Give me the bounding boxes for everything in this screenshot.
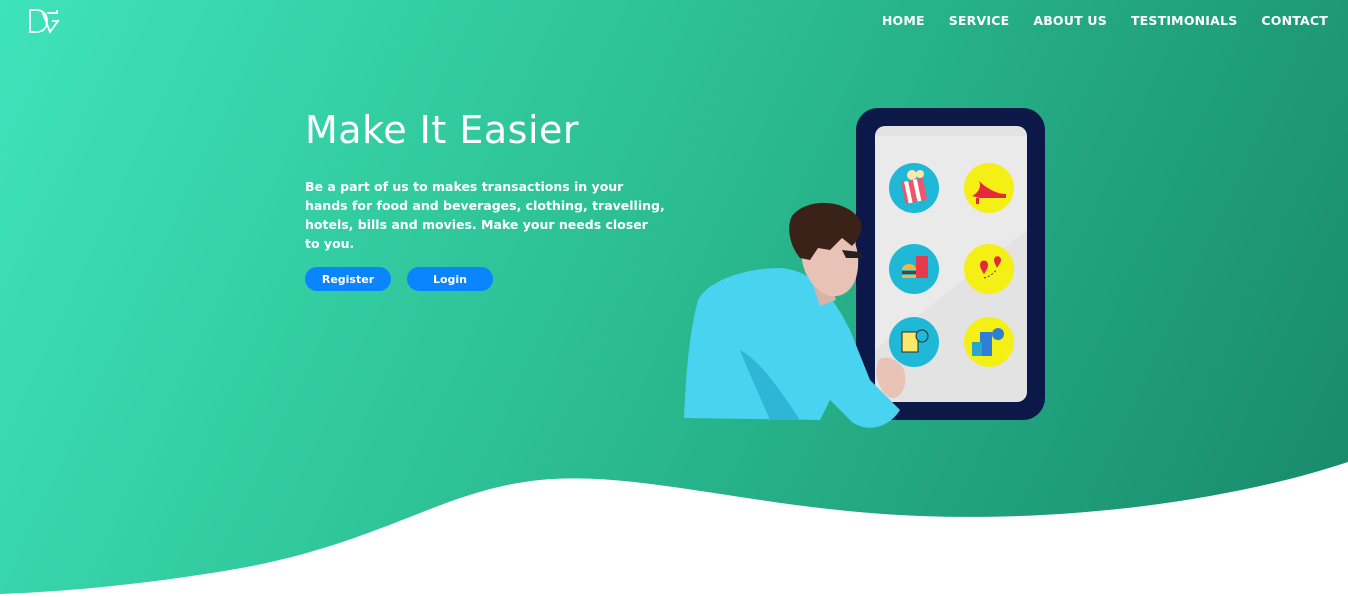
dg-logo[interactable] — [28, 8, 62, 34]
hotel-building-icon — [964, 317, 1014, 367]
bill-payment-icon — [889, 317, 939, 367]
register-button[interactable]: Register — [305, 267, 391, 291]
nav-contact[interactable]: CONTACT — [1261, 13, 1328, 28]
popcorn-icon — [889, 163, 939, 213]
hero-title: Make It Easier — [305, 108, 580, 152]
nav-home[interactable]: HOME — [882, 13, 925, 28]
login-button[interactable]: Login — [407, 267, 493, 291]
nav-testimonials[interactable]: TESTIMONIALS — [1131, 13, 1237, 28]
nav-about-us[interactable]: ABOUT US — [1033, 13, 1107, 28]
map-route-icon — [964, 244, 1014, 294]
hero-description: Be a part of us to makes transactions in… — [305, 179, 665, 251]
main-nav: HOME SERVICE ABOUT US TESTIMONIALS CONTA… — [882, 13, 1328, 28]
high-heel-shoe-icon — [964, 163, 1014, 213]
wave-divider — [0, 432, 1348, 597]
person-using-phone-illustration — [684, 108, 1045, 428]
nav-service[interactable]: SERVICE — [949, 13, 1010, 28]
burger-drink-icon — [889, 244, 939, 294]
